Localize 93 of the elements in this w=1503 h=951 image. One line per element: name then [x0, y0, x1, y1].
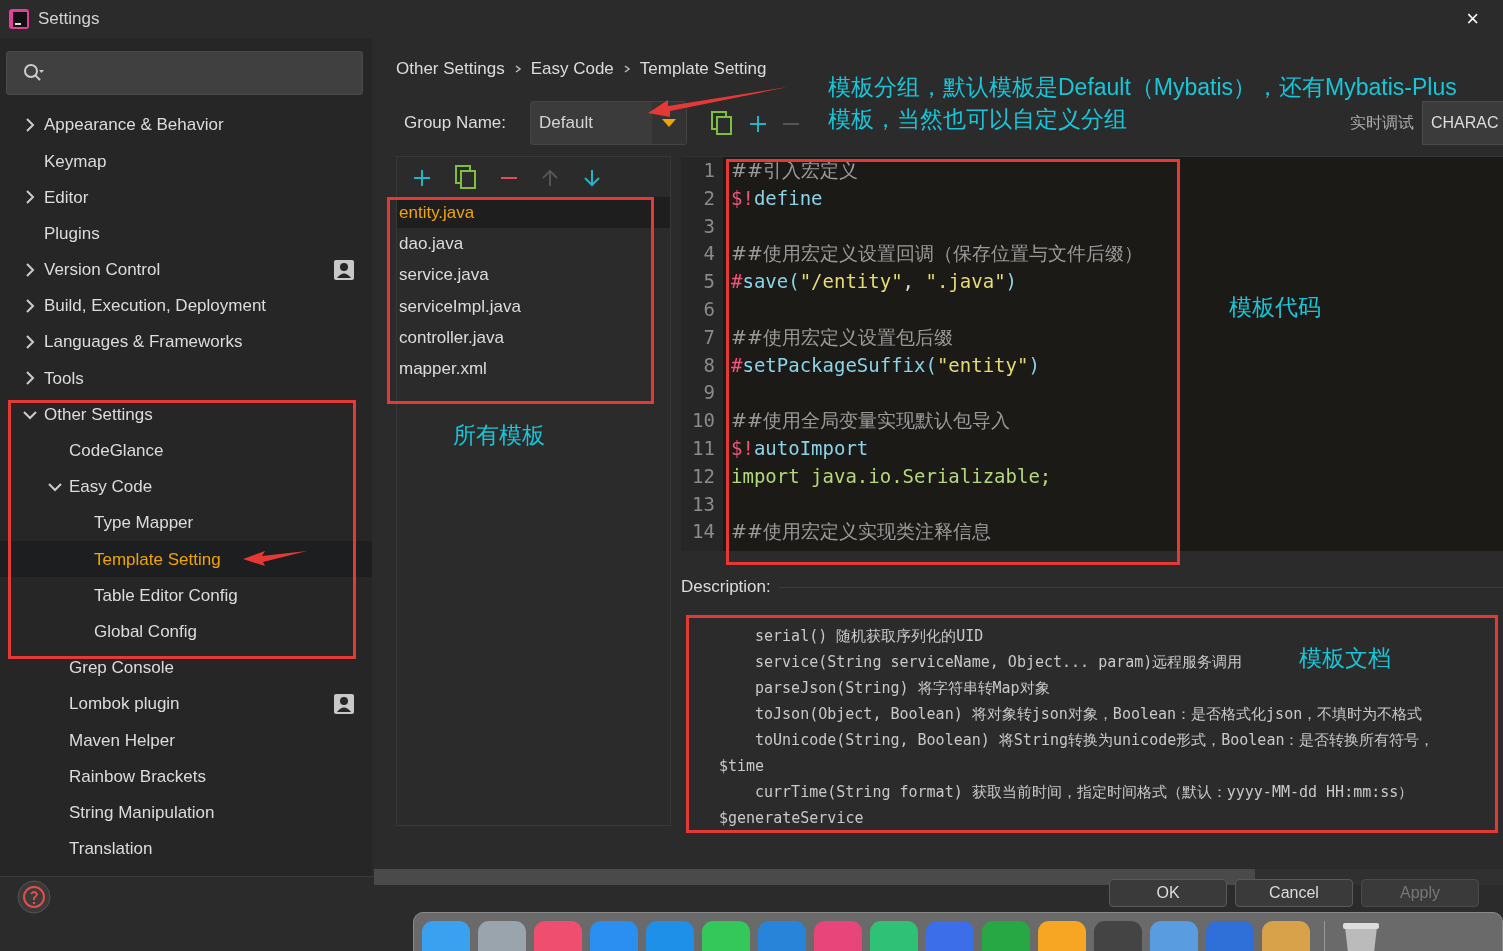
copy-template-button[interactable]: [455, 164, 477, 190]
group-name-dropdown[interactable]: Default: [530, 101, 688, 145]
code-line: $!define: [731, 185, 824, 211]
plus-icon: [413, 168, 431, 187]
line-number: 5: [702, 269, 715, 295]
template-item[interactable]: mapper.xml: [397, 353, 670, 385]
line-number: 11: [691, 435, 715, 461]
line-number: 10: [691, 408, 715, 434]
help-icon: [16, 879, 52, 915]
tree-item[interactable]: Other Settings: [0, 396, 372, 433]
help-button[interactable]: [16, 879, 52, 915]
tree-item[interactable]: Table Editor Config: [0, 577, 372, 614]
line-number: 2: [702, 185, 715, 211]
close-button[interactable]: ×: [1466, 8, 1479, 30]
annotation-arrow: [243, 550, 307, 566]
description-line: toJson(Object, Boolean) 将对象转json对象，Boolean：是否格式化json，不填时为不格式: [754, 704, 1423, 725]
tree-item[interactable]: Template Setting: [0, 541, 372, 578]
tree-item[interactable]: String Manipulation: [0, 794, 372, 831]
description-line: currTime(String format) 获取当前时间，指定时间格式（默认：yyyy-MM-dd HH:mm:ss）: [754, 782, 1414, 803]
tree-item[interactable]: Plugins: [0, 215, 372, 252]
annotation-text: 模板文档: [1299, 644, 1391, 673]
debug-label: 实时调试: [1350, 113, 1414, 133]
tree-item[interactable]: Easy Code: [0, 468, 372, 506]
code-line: #setPackageSuffix("entity"): [731, 352, 1041, 378]
code-line: ##使用全局变量实现默认包导入: [731, 408, 1011, 434]
description-line: toUnicode(String, Boolean) 将String转换为unicode形式，Boolean：是否转换所有符号，: [754, 730, 1435, 751]
annotation-text: 模板，当然也可以自定义分组: [828, 105, 1127, 134]
code-editor[interactable]: [681, 156, 1503, 551]
description-line: parseJson(String) 将字符串转Map对象: [754, 678, 1050, 699]
tree-item[interactable]: Editor: [0, 179, 372, 216]
tree-item[interactable]: Build, Execution, Deployment: [0, 287, 372, 325]
code-line: ##引入宏定义: [731, 158, 859, 183]
app-logo-icon: [8, 8, 30, 30]
line-number: 14: [691, 519, 715, 545]
annotation-text: 所有模板: [453, 421, 545, 450]
line-number: 4: [702, 241, 715, 267]
tree-item[interactable]: Rainbow Brackets: [0, 758, 372, 795]
line-number: 1: [702, 158, 715, 183]
tree-item[interactable]: Tools: [0, 360, 372, 397]
tree-item[interactable]: Translation: [0, 830, 372, 867]
charset-button[interactable]: CHARAC: [1422, 101, 1503, 145]
search-field[interactable]: [6, 51, 363, 95]
down-arrow-icon: [583, 168, 601, 187]
tree-item[interactable]: Grep Console: [0, 649, 372, 686]
line-number: 8: [702, 352, 715, 378]
line-number: 13: [691, 491, 715, 517]
tree-item[interactable]: CodeGlance: [0, 432, 372, 469]
copy-icon: [711, 111, 734, 136]
line-number: 12: [691, 463, 715, 489]
template-item[interactable]: serviceImpl.java: [397, 290, 670, 323]
tree-item[interactable]: Languages & Frameworks: [0, 324, 372, 361]
plus-icon: [749, 114, 768, 133]
dialog-button[interactable]: Cancel: [1235, 879, 1353, 907]
tree-item[interactable]: Maven Helper: [0, 722, 372, 759]
scrollbar-thumb[interactable]: [374, 869, 1255, 885]
code-line: $!autoImport: [731, 435, 870, 461]
minus-icon: [783, 121, 800, 126]
copy-group-button[interactable]: [711, 110, 734, 136]
code-line: ##使用宏定义设置回调（保存位置与文件后缀）: [731, 241, 1143, 267]
search-icon: [23, 63, 45, 83]
description-line: service(String serviceName, Object... param)远程服务调用: [754, 652, 1243, 673]
copy-icon: [455, 165, 477, 190]
line-number: 6: [702, 297, 715, 322]
description-line: $generateService: [719, 808, 864, 829]
line-number: 7: [702, 324, 715, 350]
code-line: import java.io.Serializable;: [731, 463, 1053, 489]
tree-item[interactable]: Version Control: [0, 251, 372, 288]
tree-item[interactable]: Keymap: [0, 143, 372, 180]
window-title: Settings: [38, 8, 100, 31]
minus-icon: [501, 175, 517, 180]
annotation-text: 模板分组，默认模板是Default（Mybatis），还有Mybatis-Plus: [828, 73, 1457, 102]
annotation-text: 模板代码: [1229, 293, 1321, 322]
tree-item[interactable]: Global Config: [0, 613, 372, 650]
tree-item[interactable]: Type Mapper: [0, 505, 372, 542]
description-line: $time: [719, 756, 765, 777]
breadcrumb-link[interactable]: Template Setting: [639, 56, 767, 82]
tree-item[interactable]: Appearance & Behavior: [0, 107, 372, 144]
line-number: 3: [702, 213, 715, 239]
breadcrumb-link[interactable]: Other Settings: [396, 56, 505, 82]
code-line: #save("/entity", ".java"): [731, 269, 1019, 295]
tree-item[interactable]: Lombok plugin: [0, 686, 372, 723]
description-line: serial() 随机获取序列化的UID: [754, 626, 984, 647]
template-item[interactable]: controller.java: [397, 322, 670, 354]
code-line: ##使用宏定义设置包后缀: [731, 324, 954, 350]
line-number: 9: [702, 380, 715, 406]
up-arrow-icon: [541, 168, 559, 187]
code-line: ##使用宏定义实现类注释信息: [731, 519, 992, 545]
description-label: Description:: [681, 576, 771, 599]
group-name-label: Group Name:: [404, 112, 507, 135]
dialog-button[interactable]: OK: [1109, 879, 1227, 907]
template-item[interactable]: service.java: [397, 259, 670, 291]
template-item[interactable]: dao.java: [397, 228, 670, 260]
breadcrumb-link[interactable]: Easy Code: [530, 56, 614, 82]
